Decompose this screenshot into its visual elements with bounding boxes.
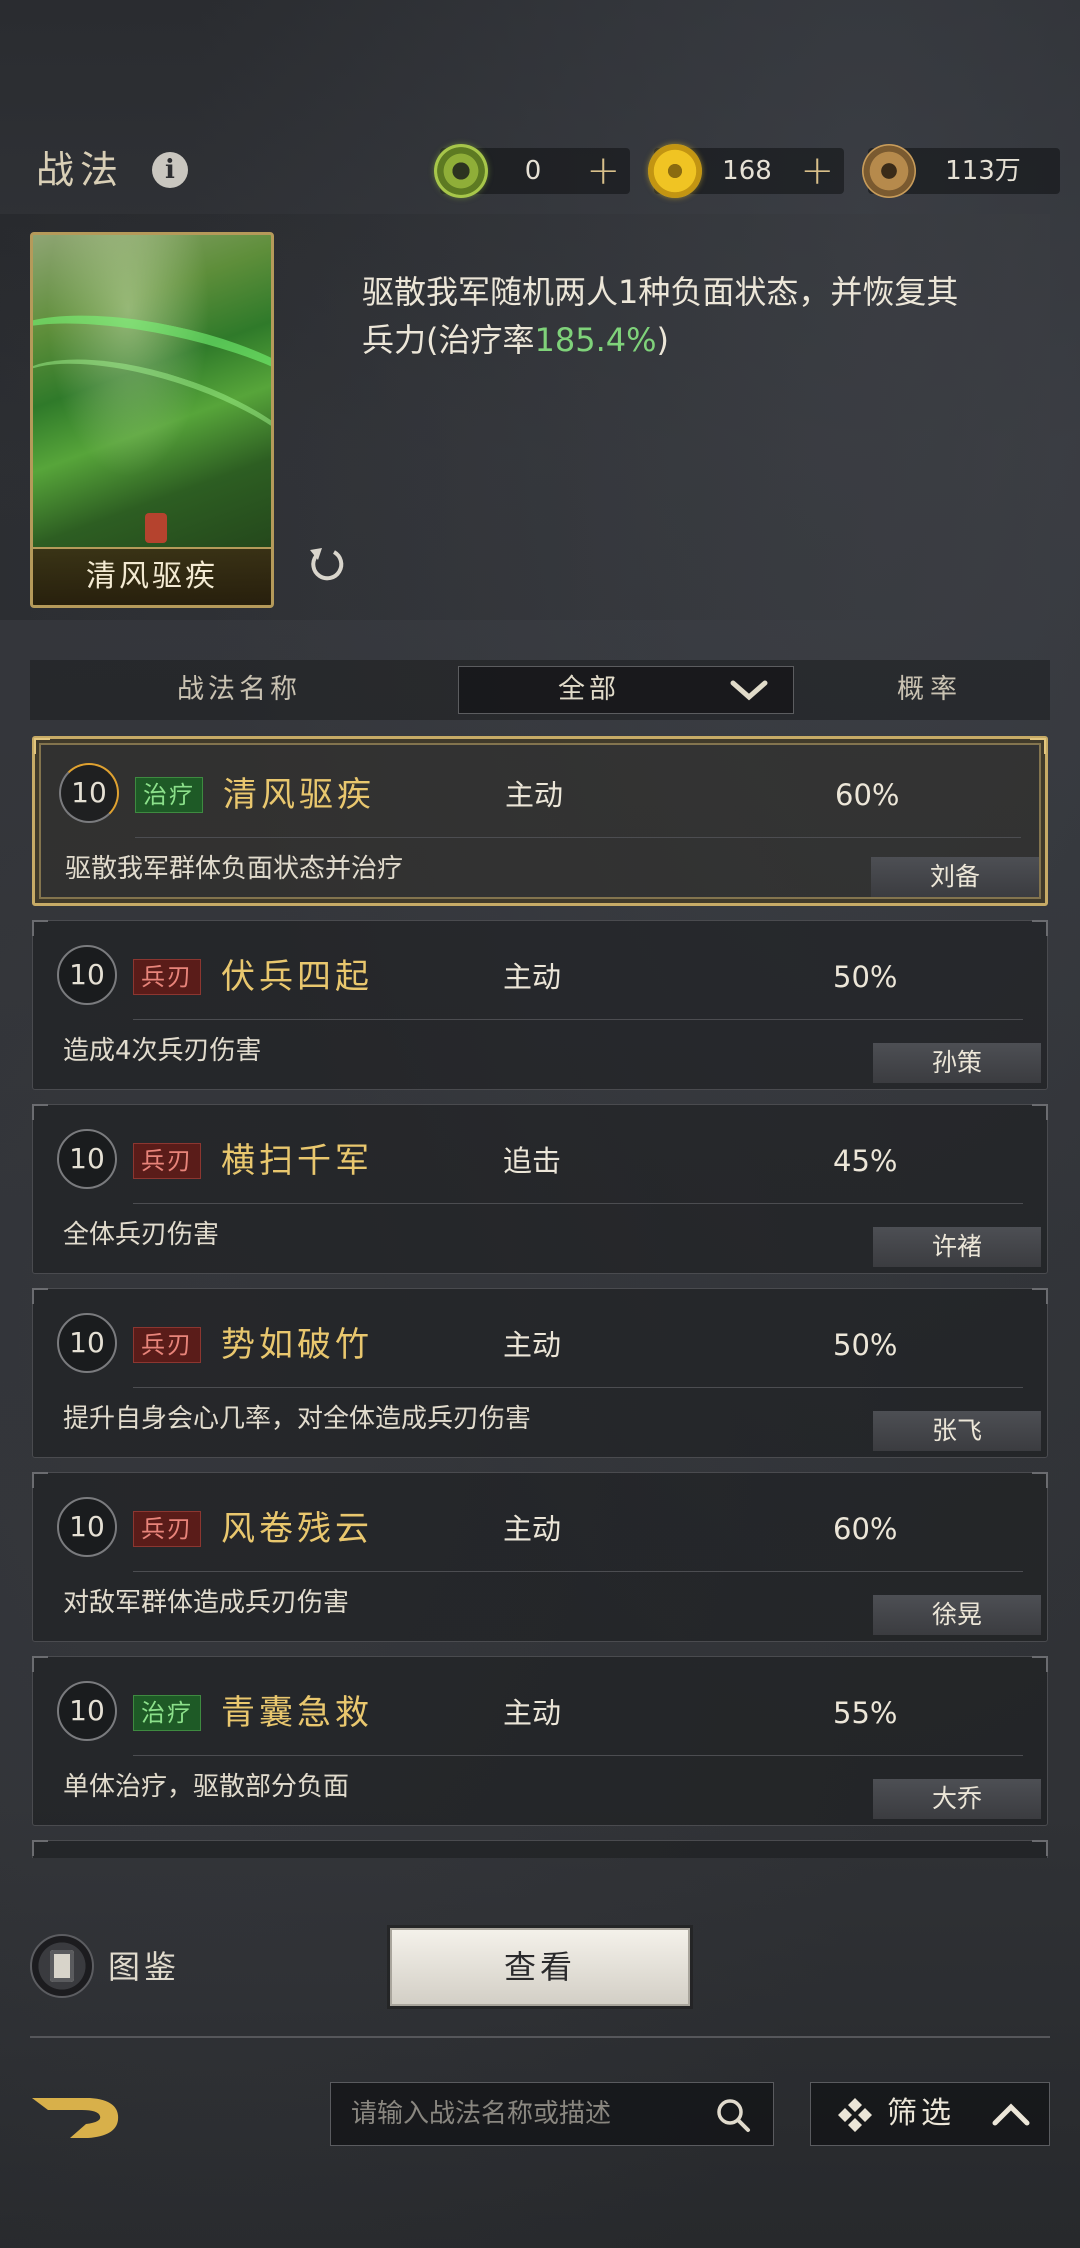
- filter-button[interactable]: 筛选: [810, 2082, 1050, 2146]
- skill-row[interactable]: 10 兵刃 横扫千军 追击 45% 全体兵刃伤害 许褚: [32, 1104, 1048, 1274]
- skill-type: 主动: [503, 960, 562, 994]
- skill-desc: 提升自身会心几率，对全体造成兵刃伤害: [63, 1404, 532, 1434]
- skill-desc: 造成4次兵刃伤害: [63, 1036, 262, 1066]
- refresh-icon[interactable]: [304, 540, 348, 584]
- skill-level: 10: [59, 763, 119, 823]
- column-skill-name: 战法名称: [177, 674, 301, 705]
- page-title: 战法: [36, 148, 125, 192]
- skill-owner-badge[interactable]: 许褚: [873, 1227, 1041, 1267]
- table-header: 战法名称 全部 概率: [30, 660, 1050, 720]
- currency-gold: 168 +: [648, 144, 844, 198]
- info-icon[interactable]: i: [152, 152, 188, 188]
- skill-name: 风卷残云: [221, 1509, 373, 1549]
- type-filter-dropdown[interactable]: 全部: [458, 666, 794, 714]
- seal-icon: [145, 513, 167, 543]
- add-gold-button[interactable]: +: [800, 148, 834, 194]
- skill-rate: 55%: [833, 1696, 898, 1730]
- skill-card: 清风驱疾: [30, 232, 274, 608]
- divider: [30, 2036, 1050, 2038]
- skill-type: 主动: [505, 778, 564, 812]
- skill-list[interactable]: 10 治疗 清风驱疾 主动 60% 驱散我军群体负面状态并治疗 刘备 10 兵刃 伏兵四起 主动 50…: [32, 736, 1048, 1858]
- skill-desc: 对敌军群体造成兵刃伤害: [63, 1588, 350, 1618]
- copper-coin-icon: [862, 144, 916, 198]
- skill-name: 势如破竹: [221, 1325, 373, 1365]
- skill-type: 主动: [503, 1328, 562, 1362]
- skill-tag: 兵刃: [133, 1327, 201, 1363]
- skill-name: 青囊急救: [221, 1693, 373, 1733]
- add-jade-button[interactable]: +: [586, 148, 620, 194]
- currency-copper: 113万: [862, 144, 1060, 198]
- skill-row[interactable]: 10 兵刃 伏兵四起 主动 50% 造成4次兵刃伤害 孙策: [32, 920, 1048, 1090]
- skill-owner-badge[interactable]: 徐晃: [873, 1595, 1041, 1635]
- skill-owner-badge[interactable]: 大乔: [873, 1779, 1041, 1819]
- skill-level: 10: [57, 945, 117, 1005]
- copper-amount: 113万: [945, 156, 1021, 186]
- skill-name: 伏兵四起: [221, 957, 373, 997]
- search-input[interactable]: [351, 2083, 711, 2145]
- skill-desc: 单体治疗，驱散部分负面: [63, 1772, 350, 1802]
- skill-card-name: 清风驱疾: [33, 547, 271, 605]
- skill-row[interactable]: 10 治疗 青囊急救 主动 55% 单体治疗，驱散部分负面 大乔: [32, 1656, 1048, 1826]
- currency-jade: 0 +: [434, 144, 630, 198]
- heal-rate-value: 185.4%: [534, 321, 657, 359]
- skill-level: 10: [57, 1129, 117, 1189]
- skill-description: 驱散我军随机两人1种负面状态，并恢复其兵力(治疗率185.4%): [362, 273, 959, 359]
- row-divider: [133, 1755, 1023, 1756]
- row-divider: [133, 1019, 1023, 1020]
- skill-owner-badge[interactable]: 张飞: [873, 1411, 1041, 1451]
- codex-label[interactable]: 图鉴: [108, 1942, 180, 1992]
- skill-tag: 兵刃: [133, 1511, 201, 1547]
- gold-coin-icon: [648, 144, 702, 198]
- row-divider: [133, 1571, 1023, 1572]
- chevron-down-icon: [730, 680, 768, 701]
- skill-rate: 50%: [833, 1328, 898, 1362]
- codex-icon[interactable]: [30, 1934, 94, 1998]
- view-button[interactable]: 查看: [390, 1928, 690, 2006]
- skill-tag: 治疗: [135, 777, 203, 813]
- skill-row[interactable]: 10 兵刃 势如破竹 主动 50% 提升自身会心几率，对全体造成兵刃伤害 张飞: [32, 1288, 1048, 1458]
- row-divider: [133, 1203, 1023, 1204]
- column-rate: 概率: [897, 674, 963, 705]
- search-icon[interactable]: [715, 2097, 751, 2133]
- skill-tag: 治疗: [133, 1695, 201, 1731]
- skill-level: 10: [57, 1681, 117, 1741]
- skill-row[interactable]: 10 兵刃 风卷残云 主动 60% 对敌军群体造成兵刃伤害 徐晃: [32, 1472, 1048, 1642]
- skill-level: 10: [57, 1497, 117, 1557]
- skill-row[interactable]: 10 治疗 清风驱疾 主动 60% 驱散我军群体负面状态并治疗 刘备: [32, 736, 1048, 906]
- back-arrow-icon[interactable]: [28, 2088, 128, 2144]
- skill-type: 主动: [503, 1696, 562, 1730]
- skill-name: 清风驱疾: [223, 775, 375, 815]
- search-box[interactable]: [330, 2082, 774, 2146]
- skill-row-partial[interactable]: [32, 1840, 1048, 1858]
- skill-name: 横扫千军: [221, 1141, 373, 1181]
- skill-rate: 50%: [833, 960, 898, 994]
- skill-level: 10: [57, 1313, 117, 1373]
- skill-tag: 兵刃: [133, 1143, 201, 1179]
- skill-type: 追击: [503, 1144, 562, 1178]
- skill-owner-badge[interactable]: 刘备: [871, 857, 1039, 897]
- gold-amount: 168: [722, 156, 772, 186]
- jade-amount: 0: [524, 156, 542, 186]
- jade-coin-icon: [434, 144, 488, 198]
- chevron-up-icon: [992, 2103, 1030, 2126]
- filter-icon: [838, 2098, 872, 2132]
- header: 战法 i 0 + 168 + 113万: [0, 140, 1080, 200]
- skill-rate: 45%: [833, 1144, 898, 1178]
- skill-tag: 兵刃: [133, 959, 201, 995]
- skill-rate: 60%: [833, 1512, 898, 1546]
- skill-desc: 全体兵刃伤害: [63, 1220, 220, 1250]
- skill-owner-badge[interactable]: 孙策: [873, 1043, 1041, 1083]
- skill-type: 主动: [503, 1512, 562, 1546]
- skill-desc: 驱散我军群体负面状态并治疗: [65, 854, 404, 884]
- skill-rate: 60%: [835, 778, 900, 812]
- row-divider: [133, 1387, 1023, 1388]
- row-divider: [135, 837, 1021, 838]
